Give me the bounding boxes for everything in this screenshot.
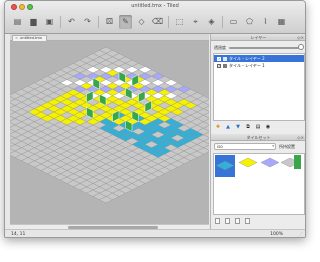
rect-select-button[interactable]: ⬚ (173, 15, 186, 29)
move-layer-up-icon[interactable]: ▲ (225, 124, 231, 130)
layer-tools: ✚ ▲ ▼ ⧉ ▤ ◉ (215, 124, 271, 130)
tileset-view[interactable] (213, 153, 305, 215)
random-mode-button[interactable]: ⚄ (103, 15, 116, 29)
delete-layer-icon[interactable]: ▤ (255, 124, 261, 130)
insert-polyline-button[interactable]: ⌇ (259, 15, 272, 29)
bucket-fill-icon: ◇ (138, 17, 145, 26)
panel-float-close-icon[interactable]: ◎✕ (297, 34, 304, 41)
insert-tile-button[interactable]: ▦ (275, 15, 288, 29)
tileset-checker-tile[interactable] (260, 157, 280, 168)
toolbar-separator (168, 16, 169, 28)
tileset-tools (215, 218, 250, 224)
stamp-brush-button[interactable]: ✎ (119, 15, 132, 29)
select-rect-icon: ⬚ (175, 17, 184, 26)
layers-panel-header: レイヤー ◎✕ (211, 34, 305, 41)
polyline-icon: ⌇ (263, 17, 268, 26)
eraser-button[interactable]: ⌫ (151, 15, 164, 29)
duplicate-layer-icon[interactable]: ⧉ (245, 124, 251, 130)
layer-visible-checkbox[interactable]: ✓ (217, 56, 221, 61)
tileset-panel-header: タイルセット ◎✕ (211, 134, 305, 141)
document-tab-bar: × untitled.tmx (10, 34, 209, 41)
tileset-tiles[interactable] (214, 154, 305, 215)
move-layer-down-icon[interactable]: ▼ (235, 124, 241, 130)
open-folder-icon: ▆ (30, 17, 37, 26)
redo-button[interactable]: ↷ (81, 15, 94, 29)
insert-polygon-button[interactable]: ⬠ (243, 15, 256, 29)
toolbar-separator (98, 16, 99, 28)
tileset-panel-title: タイルセット (246, 135, 271, 140)
tileset-properties-icon[interactable] (245, 218, 250, 224)
export-tileset-icon[interactable] (235, 218, 240, 224)
toolbar-separator (222, 16, 223, 28)
tile-layer-icon (223, 56, 227, 61)
new-tileset-icon[interactable] (215, 218, 220, 224)
panel-float-close-icon[interactable]: ◎✕ (297, 134, 304, 141)
new-map-icon: ▤ (13, 17, 22, 26)
save-map-button[interactable]: ▣ (43, 15, 56, 29)
magic-wand-button[interactable]: ⌖ (189, 15, 202, 29)
bucket-fill-button[interactable]: ◇ (135, 15, 148, 29)
map-canvas[interactable] (10, 41, 209, 224)
opacity-slider-track[interactable] (229, 47, 299, 49)
insert-object-button[interactable]: ▭ (227, 15, 240, 29)
open-map-button[interactable]: ▆ (27, 15, 40, 29)
opacity-slider-knob[interactable] (298, 44, 304, 50)
tileset-options-button[interactable]: 所持設置 (279, 143, 303, 150)
layers-panel-title: レイヤー (250, 35, 267, 40)
window-title: untitled.tmx - Tiled (131, 3, 179, 9)
tileset-wall-tile[interactable] (294, 155, 301, 169)
cursor-coordinates: 14, 11 (11, 232, 26, 237)
magic-wand-icon: ⌖ (193, 17, 198, 26)
redo-icon: ↷ (84, 17, 91, 26)
undo-icon: ↶ (68, 17, 75, 26)
tileset-selector[interactable]: iso ▾ (214, 143, 276, 150)
layer-label: タイル・レイヤー 1 (229, 62, 265, 68)
undo-button[interactable]: ↶ (65, 15, 78, 29)
zoom-level[interactable]: 100% (270, 232, 283, 237)
tile-icon: ▦ (277, 17, 286, 26)
select-same-tile-button[interactable]: ◈ (205, 15, 218, 29)
main-toolbar: ▤ ▆ ▣ ↶ ↷ ⚄ ✎ ◇ ⌫ ⬚ ⌖ ◈ ▭ ⬠ ⌇ ▦ (11, 13, 288, 31)
layer-row[interactable]: ✓ タイル・レイヤー 1 (214, 62, 304, 69)
opacity-label: 透過度 (214, 45, 226, 50)
chevron-down-icon: ▾ (272, 144, 274, 148)
new-map-button[interactable]: ▤ (11, 15, 24, 29)
layer-visibility-icon[interactable]: ◉ (265, 124, 271, 130)
tileset-sand-tile[interactable] (238, 157, 258, 168)
title-bar: untitled.tmx - Tiled ▤ ▆ ▣ ↶ ↷ ⚄ ✎ ◇ ⌫ ⬚ ⌖ ◈ ▭ ⬠ ⌇ ▦ (5, 1, 305, 34)
object-icon: ▭ (229, 17, 238, 26)
tiled-window: untitled.tmx - Tiled ▤ ▆ ▣ ↶ ↷ ⚄ ✎ ◇ ⌫ ⬚ ⌖ ◈ ▭ ⬠ ⌇ ▦ × … (4, 0, 306, 238)
import-tileset-icon[interactable] (225, 218, 230, 224)
resize-grip-icon[interactable]: ⋰ (298, 232, 303, 237)
layer-label: タイル・レイヤー 2 (229, 55, 265, 61)
save-icon: ▣ (45, 17, 54, 26)
layer-row[interactable]: ✓ タイル・レイヤー 2 (214, 55, 304, 62)
toolbar-separator (60, 16, 61, 28)
polygon-icon: ⬠ (246, 17, 253, 26)
tile-layer-icon (223, 63, 227, 68)
layer-visible-checkbox[interactable]: ✓ (217, 63, 221, 68)
select-same-icon: ◈ (208, 17, 215, 26)
right-dock: レイヤー ◎✕ 透過度 ✓ タイル・レイヤー 2 ✓ タイル・レイヤー 1 ✚ ▲ ▼… (210, 34, 305, 229)
tileset-selector-value: iso (217, 144, 223, 149)
layer-list: ✓ タイル・レイヤー 2 ✓ タイル・レイヤー 1 (213, 53, 305, 121)
add-layer-icon[interactable]: ✚ (215, 124, 221, 130)
status-bar: 14, 11 100% ⋰ (5, 229, 305, 237)
dice-icon: ⚄ (106, 17, 113, 26)
eraser-icon: ⌫ (151, 17, 164, 26)
isometric-map[interactable] (10, 41, 209, 224)
stamp-icon: ✎ (122, 17, 129, 26)
